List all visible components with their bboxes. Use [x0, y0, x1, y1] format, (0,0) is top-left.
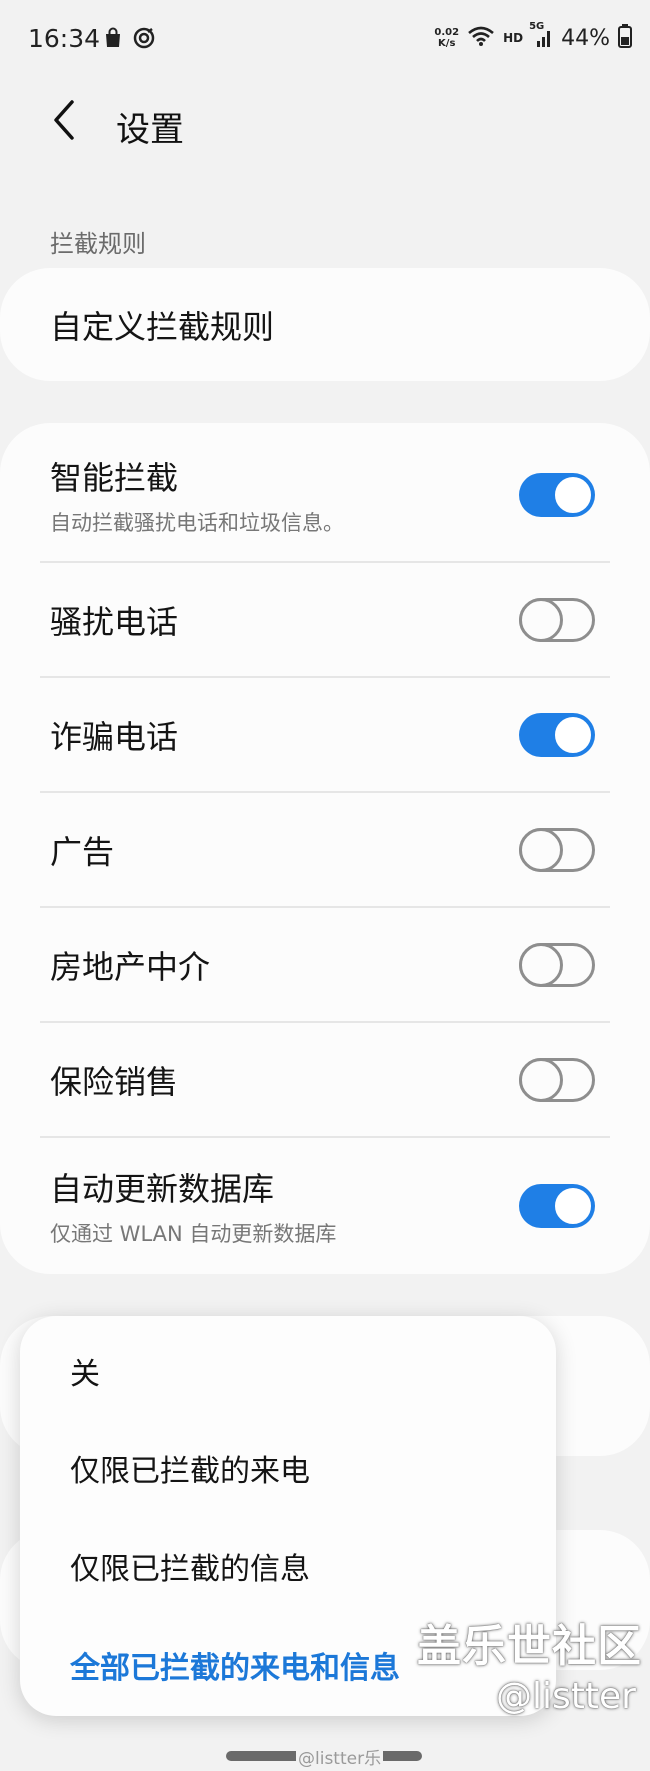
popup-option-messages-only[interactable]: 仅限已拦截的信息 — [70, 1544, 310, 1588]
popup-option-calls-only[interactable]: 仅限已拦截的来电 — [70, 1446, 310, 1490]
popup-option-off[interactable]: 关 — [70, 1349, 100, 1393]
status-bar: 16:34 0.02 K/s HD 5G 44% — [0, 0, 650, 82]
page-title: 设置 — [116, 110, 184, 150]
setting-row-smart-block[interactable]: 智能拦截 自动拦截骚扰电话和垃圾信息。 — [0, 429, 650, 561]
popup-option-all[interactable]: 全部已拦截的来电和信息 — [70, 1643, 400, 1687]
app-notification-icon — [132, 26, 156, 54]
app-header: 设置 — [0, 82, 650, 162]
chevron-left-icon — [50, 99, 78, 145]
back-button[interactable] — [44, 100, 84, 144]
signal-icon: 5G — [529, 21, 553, 49]
setting-label: 广告 — [50, 832, 115, 871]
setting-row-auto-update[interactable]: 自动更新数据库 仅通过 WLAN 自动更新数据库 — [0, 1138, 650, 1274]
setting-label: 自动更新数据库 — [50, 1170, 275, 1208]
network-speed: 0.02 K/s — [434, 27, 460, 49]
harassment-calls-toggle[interactable] — [519, 597, 595, 642]
battery-level: 44% — [561, 25, 610, 51]
wifi-icon — [467, 25, 495, 51]
shopping-bag-icon — [102, 27, 124, 53]
setting-label: 骚扰电话 — [50, 602, 179, 641]
setting-label: 保险销售 — [50, 1062, 179, 1101]
insurance-toggle[interactable] — [519, 1057, 595, 1102]
setting-row-harassment-calls[interactable]: 骚扰电话 — [0, 563, 650, 676]
custom-rules-card[interactable]: 自定义拦截规则 — [0, 268, 650, 381]
setting-row-ads[interactable]: 广告 — [0, 793, 650, 906]
real-estate-toggle[interactable] — [519, 942, 595, 987]
auto-update-toggle[interactable] — [519, 1184, 595, 1228]
watermark-handle: @listter — [496, 1676, 636, 1717]
fraud-calls-toggle[interactable] — [519, 712, 595, 757]
setting-row-fraud-calls[interactable]: 诈骗电话 — [0, 678, 650, 791]
setting-row-real-estate[interactable]: 房地产中介 — [0, 908, 650, 1021]
battery-icon — [618, 24, 632, 52]
watermark-weibo: @listter乐 — [296, 1744, 384, 1769]
setting-label: 智能拦截 — [50, 459, 179, 497]
blocking-settings-card: 智能拦截 自动拦截骚扰电话和垃圾信息。 骚扰电话 诈骗电话 广告 房地产中介 保… — [0, 423, 650, 1274]
hd-indicator: HD — [503, 31, 524, 45]
custom-rules-label: 自定义拦截规则 — [50, 307, 275, 346]
setting-description: 仅通过 WLAN 自动更新数据库 — [50, 1222, 337, 1246]
setting-description: 自动拦截骚扰电话和垃圾信息。 — [50, 511, 344, 535]
setting-label: 诈骗电话 — [50, 717, 179, 756]
setting-label: 房地产中介 — [50, 947, 211, 986]
setting-row-insurance[interactable]: 保险销售 — [0, 1023, 650, 1136]
watermark-site: 盖乐世社区 — [417, 1621, 642, 1672]
ads-toggle[interactable] — [519, 827, 595, 872]
smart-block-toggle[interactable] — [519, 473, 595, 517]
status-time: 16:34 — [28, 24, 101, 53]
section-label: 拦截规则 — [50, 230, 146, 258]
